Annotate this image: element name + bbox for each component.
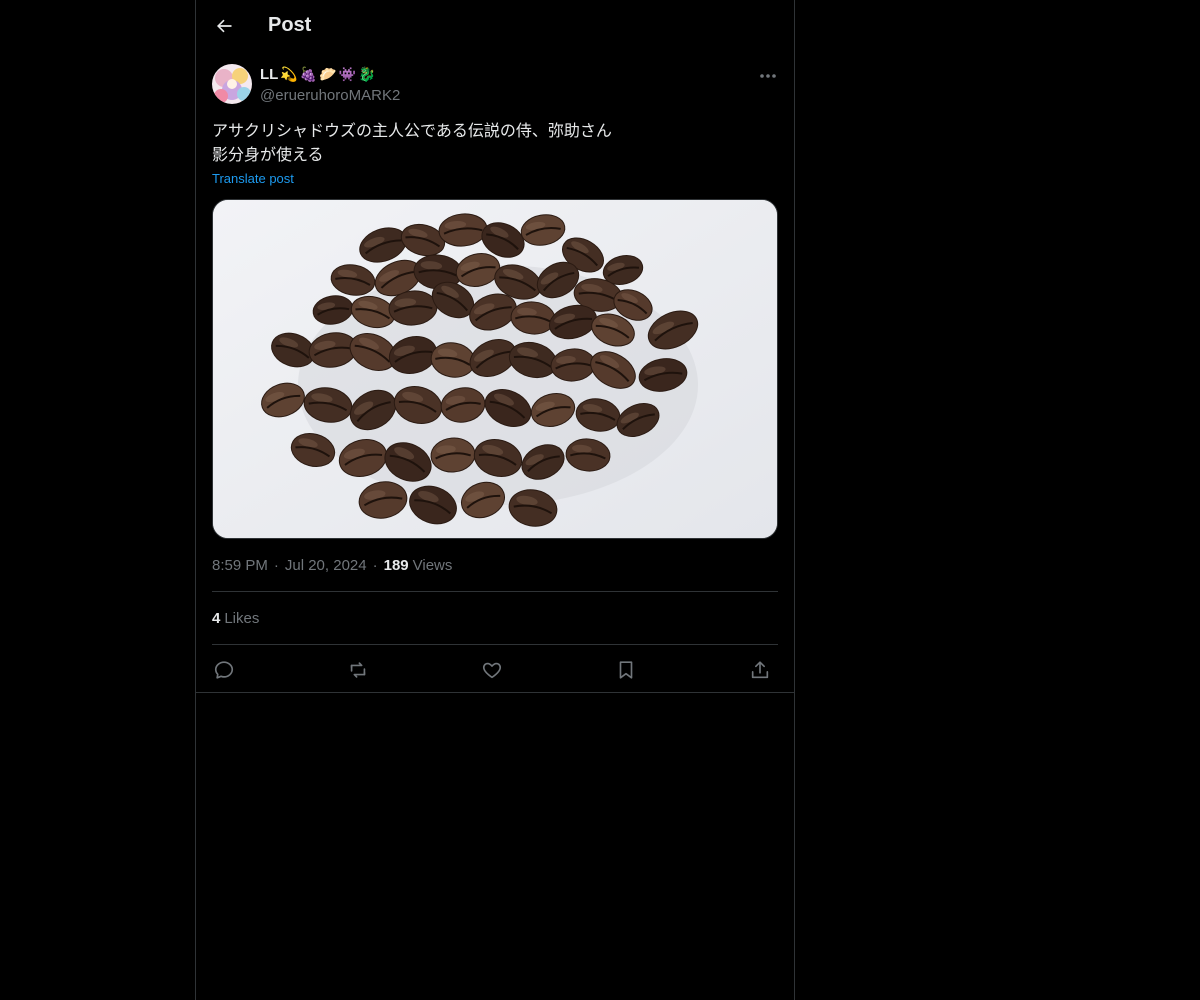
divider	[196, 692, 794, 693]
name-emoji-5: 🐉	[358, 66, 376, 82]
post-text: アサクリシャドウズの主人公である伝説の侍、弥助さん 影分身が使える	[212, 119, 612, 167]
post-actions	[212, 654, 778, 686]
post-text-line: 影分身が使える	[212, 145, 324, 164]
views-count: 189	[383, 557, 409, 574]
post-text-line: アサクリシャドウズの主人公である伝説の侍、弥助さん	[212, 121, 612, 140]
author-handle[interactable]: @erueruhoroMARK2	[260, 87, 400, 104]
like-button[interactable]	[480, 658, 504, 682]
divider	[212, 591, 778, 592]
name-emoji-1: 💫	[280, 66, 298, 82]
likes-stat[interactable]: 4 Likes	[212, 610, 259, 627]
translate-post-link[interactable]: Translate post	[212, 171, 294, 186]
name-emoji-2: 🍇	[299, 66, 318, 82]
bookmark-button[interactable]	[614, 658, 638, 682]
post-header: Post	[196, 0, 794, 54]
name-emoji-4: 👾	[338, 66, 357, 82]
more-horizontal-icon	[760, 74, 776, 78]
coffee-beans-image	[213, 200, 777, 538]
post-time[interactable]: 8:59 PM	[212, 557, 268, 574]
display-name[interactable]: LL	[260, 66, 278, 83]
arrow-left-icon	[217, 19, 232, 33]
reply-button[interactable]	[212, 658, 236, 682]
like-icon	[482, 662, 502, 679]
name-emoji-3: 🥟	[319, 66, 337, 82]
author-name-row[interactable]: LL 💫 🍇 🥟 👾 🐉	[260, 65, 376, 83]
repost-button[interactable]	[346, 658, 370, 682]
meta-separator: ·	[372, 557, 378, 574]
post-date[interactable]: Jul 20, 2024	[285, 557, 367, 574]
bookmark-icon	[619, 661, 633, 679]
likes-label: Likes	[224, 610, 260, 627]
avatar[interactable]	[212, 64, 252, 104]
likes-count: 4	[212, 610, 221, 627]
share-icon	[751, 661, 769, 679]
share-button[interactable]	[748, 658, 772, 682]
repost-icon	[350, 662, 366, 678]
reply-icon	[214, 661, 234, 679]
page-title: Post	[268, 14, 312, 36]
post-column: Post LL 💫 🍇 🥟 👾 🐉 @erueruhoroMARK2 アサクリシ…	[195, 0, 795, 1000]
views-label: Views	[412, 557, 453, 574]
post-meta: 8:59 PM · Jul 20, 2024 · 189 Views	[212, 557, 452, 574]
divider	[212, 644, 778, 645]
back-button[interactable]	[210, 12, 238, 40]
more-options-button[interactable]	[756, 66, 780, 86]
post-image[interactable]	[212, 199, 778, 539]
avatar-image	[212, 64, 252, 104]
meta-separator: ·	[273, 557, 279, 574]
